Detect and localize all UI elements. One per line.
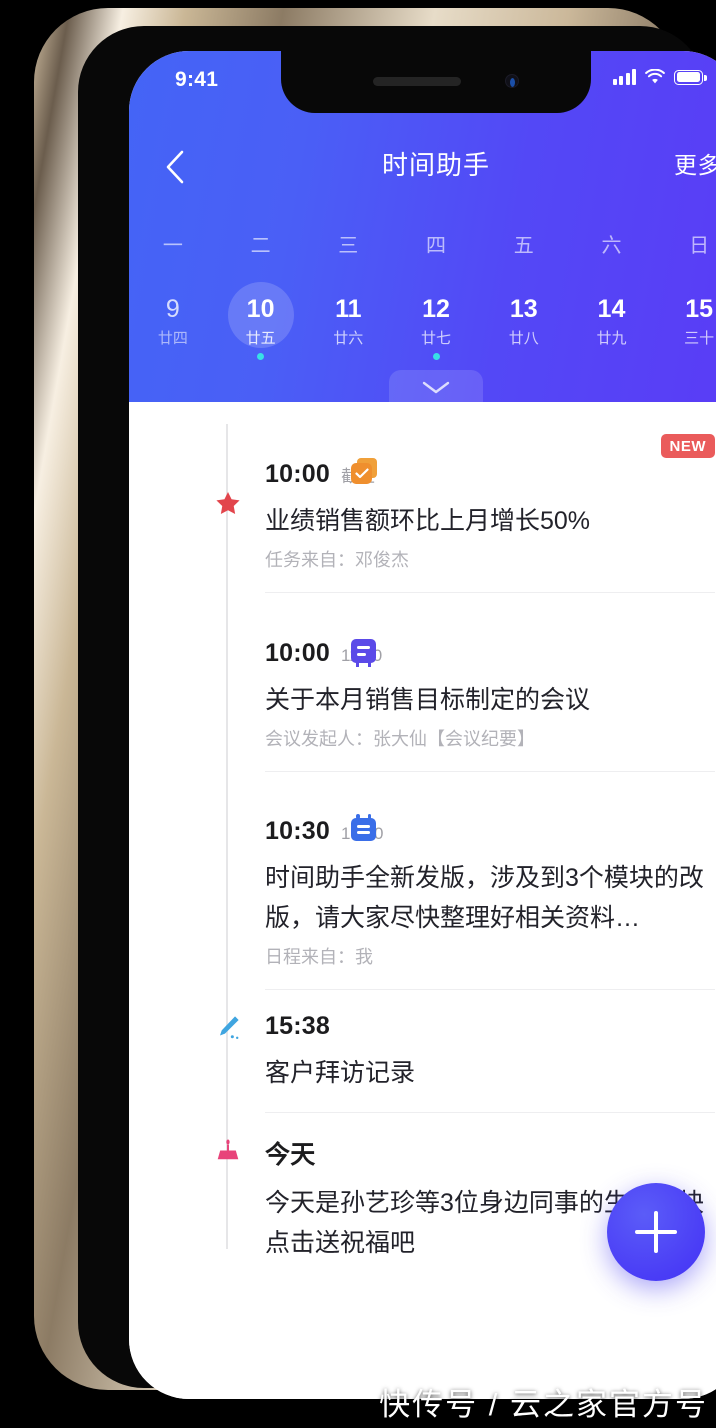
watermark-text: 快传号 / 云之家官方号 [379,1387,708,1422]
calendar-day-13[interactable]: 13 廿八 [480,289,568,360]
calendar-day-12[interactable]: 12 廿七 [392,289,480,360]
day-number: 15 [685,295,714,323]
day-lunar-label: 廿四 [157,330,188,347]
weekday-header-row: 一二三四五六日 [129,229,716,258]
timeline-time-row: 今天 [265,1135,715,1171]
wifi-icon [645,69,665,84]
timeline-time-row: 10:00截止 [265,460,715,489]
timeline-time-row: 10:0011:00 [265,639,715,668]
day-lunar-label: 三十 [684,330,715,347]
status-bar-time: 9:41 [175,68,219,91]
phone-bezel: 时间助手 更多 一二三四五六日 9 廿四 10 廿五 11 廿六 12 廿七 13 廿八 14 廿九 1… [78,26,716,1399]
timeline-time-row: 15:38 [265,1012,715,1041]
day-lunar-label: 廿八 [508,330,539,347]
chevron-down-icon [422,381,450,394]
timeline-item[interactable]: 10:3016:00 时间助手全新发版，涉及到3个模块的改版，请大家尽快整理好相关… [129,772,716,990]
timeline-time: 今天 [265,1141,316,1169]
navigation-bar: 时间助手 更多 [129,139,716,199]
timeline-item-title: 业绩销售额环比上月增长50% [265,507,591,535]
weekday-label-1: 二 [250,235,271,257]
day-number: 14 [597,295,626,323]
day-number: 12 [422,295,450,323]
timeline-time: 15:38 [265,1012,330,1040]
timeline-item-title: 客户拜访记录 [265,1059,416,1087]
day-number: 13 [509,295,538,323]
page-title: 时间助手 [381,150,490,180]
star-icon [215,490,241,516]
calendar-day-15[interactable]: 15 三十 [655,289,716,360]
day-lunar-label: 廿九 [596,330,627,347]
day-lunar-label: 廿六 [333,330,364,347]
day-number: 10 [246,295,275,323]
calendar-expand-handle[interactable] [389,370,483,410]
more-button[interactable]: 更多 [674,139,716,191]
calendar-day-11[interactable]: 11 廿六 [304,289,392,360]
front-camera-icon [505,74,519,88]
timeline-item-meta: 日程来自：我 [265,947,373,967]
device-notch [281,51,591,113]
status-badge: NEW [660,434,715,458]
schedule-calendar-icon [351,814,376,841]
add-button[interactable] [607,1183,705,1281]
task-checkbox-icon [351,458,377,484]
calendar-day-row: 9 廿四 10 廿五 11 廿六 12 廿七 13 廿八 14 廿九 15 三十 [129,282,716,360]
pencil-edit-icon [215,1014,241,1040]
status-bar-indicators [612,69,707,85]
signal-bars-icon [612,69,636,85]
phone-device-frame: 时间助手 更多 一二三四五六日 9 廿四 10 廿五 11 廿六 12 廿七 13 廿八 14 廿九 1… [34,8,716,1399]
day-number: 9 [165,295,180,323]
calendar-day-10[interactable]: 10 廿五 [217,282,305,360]
timeline-item[interactable]: 10:00截止业绩销售额环比上月增长50% 任务来自：邓俊杰 NEW [129,412,716,593]
timeline-item[interactable]: 15:38 客户拜访记录 [129,990,716,1113]
meeting-bubble-icon [351,639,376,667]
weekday-label-6: 日 [689,235,710,257]
calendar-day-14[interactable]: 14 廿九 [568,289,656,360]
timeline-item[interactable]: 10:0011:00 关于本月销售目标制定的会议会议发起人：张大仙【会议纪要】 [129,593,716,772]
timeline-item-title: 时间助手全新发版，涉及到3个模块的改版，请大家尽快整理好相关资料… [265,864,704,932]
timeline-time-row: 10:3016:00 [265,817,715,846]
timeline-item-meta: 任务来自：邓俊杰 [265,550,409,570]
plus-icon-vertical [654,1211,658,1253]
weekday-label-0: 一 [162,235,183,257]
timeline-time: 10:00 [265,639,330,667]
birthday-cake-icon [215,1137,241,1163]
weekday-label-5: 六 [601,235,622,257]
weekday-label-2: 三 [338,235,359,257]
weekday-label-3: 四 [426,235,447,257]
timeline-time: 10:00 [265,460,330,488]
day-lunar-label: 廿七 [421,330,452,347]
timeline-item-meta: 会议发起人：张大仙【会议纪要】 [265,729,535,749]
day-event-dot [257,353,265,360]
day-number: 11 [335,295,362,323]
weekday-label-4: 五 [513,235,534,257]
day-lunar-label: 廿五 [245,330,276,347]
earpiece-speaker [373,77,461,86]
timeline-time: 10:30 [265,817,330,845]
battery-icon [674,69,707,85]
day-event-dot [432,353,440,360]
timeline-item-title: 关于本月销售目标制定的会议 [265,686,591,714]
calendar-day-9[interactable]: 9 廿四 [129,289,217,360]
phone-screen: 时间助手 更多 一二三四五六日 9 廿四 10 廿五 11 廿六 12 廿七 13 廿八 14 廿九 1… [129,51,716,1399]
